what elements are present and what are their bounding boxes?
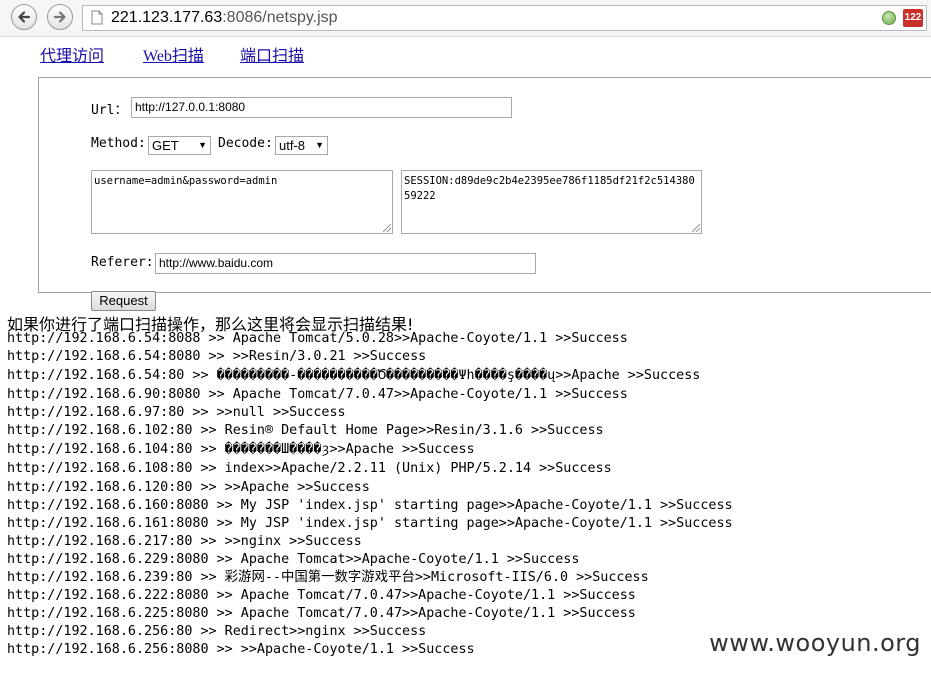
- page-status-icon[interactable]: [882, 11, 896, 25]
- scan-results-list: http://192.168.6.54:8088 >> Apache Tomca…: [7, 330, 733, 660]
- result-line: http://192.168.6.256:8080 >> >>Apache-Co…: [7, 642, 475, 658]
- result-line: http://192.168.6.108:80 >> index>>Apache…: [7, 461, 612, 477]
- arrow-left-icon: [18, 11, 31, 23]
- result-line: http://192.168.6.239:80 >> 彩游网--中国第一数字游戏…: [7, 570, 649, 586]
- post-data-textarea[interactable]: username=admin&password=admin: [91, 170, 393, 234]
- result-line: http://192.168.6.160:8080 >> My JSP 'ind…: [7, 497, 733, 513]
- nav-link-web-scan[interactable]: Web扫描: [143, 42, 204, 66]
- referer-input[interactable]: http://www.baidu.com: [155, 253, 536, 274]
- arrow-right-icon: [53, 11, 66, 23]
- browser-toolbar: 221.123.177.63:8086/netspy.jsp 122: [0, 0, 931, 37]
- cookie-textarea[interactable]: SESSION:d89de9c2b4e2395ee786f1185df21f2c…: [401, 170, 702, 234]
- post-data-text: username=admin&password=admin: [94, 175, 278, 187]
- url-label: Url：: [91, 103, 128, 118]
- result-line: http://192.168.6.120:80 >> >>Apache >>Su…: [7, 479, 370, 495]
- decode-select[interactable]: utf-8 ▼: [275, 136, 328, 155]
- referer-label: Referer:: [91, 255, 154, 270]
- address-bar[interactable]: 221.123.177.63:8086/netspy.jsp 122: [82, 5, 927, 31]
- decode-label: Decode:: [218, 136, 273, 151]
- cookie-text: SESSION:d89de9c2b4e2395ee786f1185df21f2c…: [404, 175, 695, 202]
- result-line: http://192.168.6.217:80 >> >>nginx >>Suc…: [7, 533, 362, 549]
- method-select[interactable]: GET ▼: [148, 136, 211, 155]
- page-icon: [91, 10, 103, 25]
- decode-selected-value: utf-8: [279, 138, 306, 153]
- request-button[interactable]: Request: [91, 291, 156, 311]
- method-selected-value: GET: [152, 138, 179, 153]
- result-line: http://192.168.6.54:80 >> ���������-����…: [7, 368, 701, 384]
- result-line: http://192.168.6.161:8080 >> My JSP 'ind…: [7, 515, 733, 531]
- result-line: http://192.168.6.97:80 >> >>null >>Succe…: [7, 405, 346, 421]
- url-host: 221.123.177.63: [111, 9, 223, 26]
- method-label: Method:: [91, 136, 146, 151]
- watermark: www.wooyun.org: [709, 629, 921, 657]
- result-line: http://192.168.6.104:80 >> �������Ш����ȝ…: [7, 442, 475, 458]
- url-text: 221.123.177.63:8086/netspy.jsp: [111, 6, 338, 30]
- result-line: http://192.168.6.102:80 >> Resin® Defaul…: [7, 423, 604, 439]
- url-path: :8086/netspy.jsp: [222, 9, 338, 26]
- result-line: http://192.168.6.90:8080 >> Apache Tomca…: [7, 387, 628, 403]
- extension-icon[interactable]: 122: [903, 9, 923, 27]
- result-line: http://192.168.6.256:80 >> Redirect>>ngi…: [7, 624, 427, 640]
- result-line: http://192.168.6.54:8080 >> >>Resin/3.0.…: [7, 349, 427, 365]
- nav-link-proxy[interactable]: 代理访问: [40, 42, 104, 66]
- result-line: http://192.168.6.222:8080 >> Apache Tomc…: [7, 588, 636, 604]
- result-line: http://192.168.6.229:8080 >> Apache Tomc…: [7, 551, 580, 567]
- result-line: http://192.168.6.225:8080 >> Apache Tomc…: [7, 606, 636, 622]
- forward-button[interactable]: [47, 4, 73, 30]
- nav-link-port-scan[interactable]: 端口扫描: [240, 42, 304, 66]
- result-line: http://192.168.6.54:8088 >> Apache Tomca…: [7, 331, 628, 346]
- chevron-down-icon: ▼: [315, 140, 324, 150]
- resize-handle[interactable]: [383, 224, 391, 232]
- resize-handle[interactable]: [692, 224, 700, 232]
- chevron-down-icon: ▼: [198, 140, 207, 150]
- url-input[interactable]: http://127.0.0.1:8080: [131, 97, 512, 118]
- back-button[interactable]: [11, 4, 37, 30]
